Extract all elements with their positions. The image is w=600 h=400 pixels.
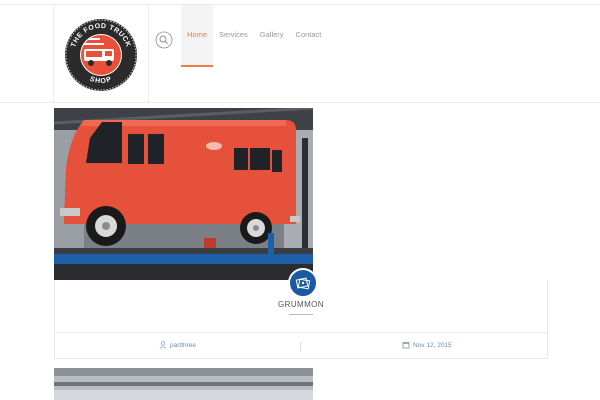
site-header: THE FOOD TRUCK SHOP Home Services Galler…	[0, 5, 600, 103]
nav-home[interactable]: Home	[181, 5, 214, 67]
post-author[interactable]: partthree	[159, 341, 196, 349]
nav-services[interactable]: Services	[213, 5, 254, 67]
next-post-photo	[54, 368, 313, 400]
search-icon	[155, 31, 173, 49]
nav-gallery[interactable]: Gallery	[254, 5, 290, 67]
main-nav: Home Services Gallery Contact	[181, 5, 327, 67]
user-icon	[159, 341, 167, 349]
author-name[interactable]: partthree	[170, 342, 196, 349]
food-truck-logo[interactable]: THE FOOD TRUCK SHOP	[64, 18, 138, 92]
gallery-icon	[295, 277, 311, 290]
search-button[interactable]	[155, 31, 173, 49]
meta-divider	[300, 342, 301, 352]
post-card: GRUMMON partthree Nov 12, 2015	[54, 268, 548, 359]
food-truck-photo	[54, 108, 313, 280]
next-post-image[interactable]	[54, 368, 313, 400]
post-date[interactable]: Nov 12, 2015	[402, 341, 452, 349]
nav-contact[interactable]: Contact	[290, 5, 328, 67]
title-underline	[289, 314, 313, 315]
post-title[interactable]: GRUMMON	[55, 300, 547, 309]
logo-container: THE FOOD TRUCK SHOP	[53, 5, 149, 102]
post-format-badge[interactable]	[288, 268, 318, 298]
post-title-area: GRUMMON	[55, 268, 547, 333]
date-text[interactable]: Nov 12, 2015	[413, 342, 452, 349]
calendar-icon	[402, 342, 410, 349]
post-featured-image[interactable]	[54, 108, 313, 280]
